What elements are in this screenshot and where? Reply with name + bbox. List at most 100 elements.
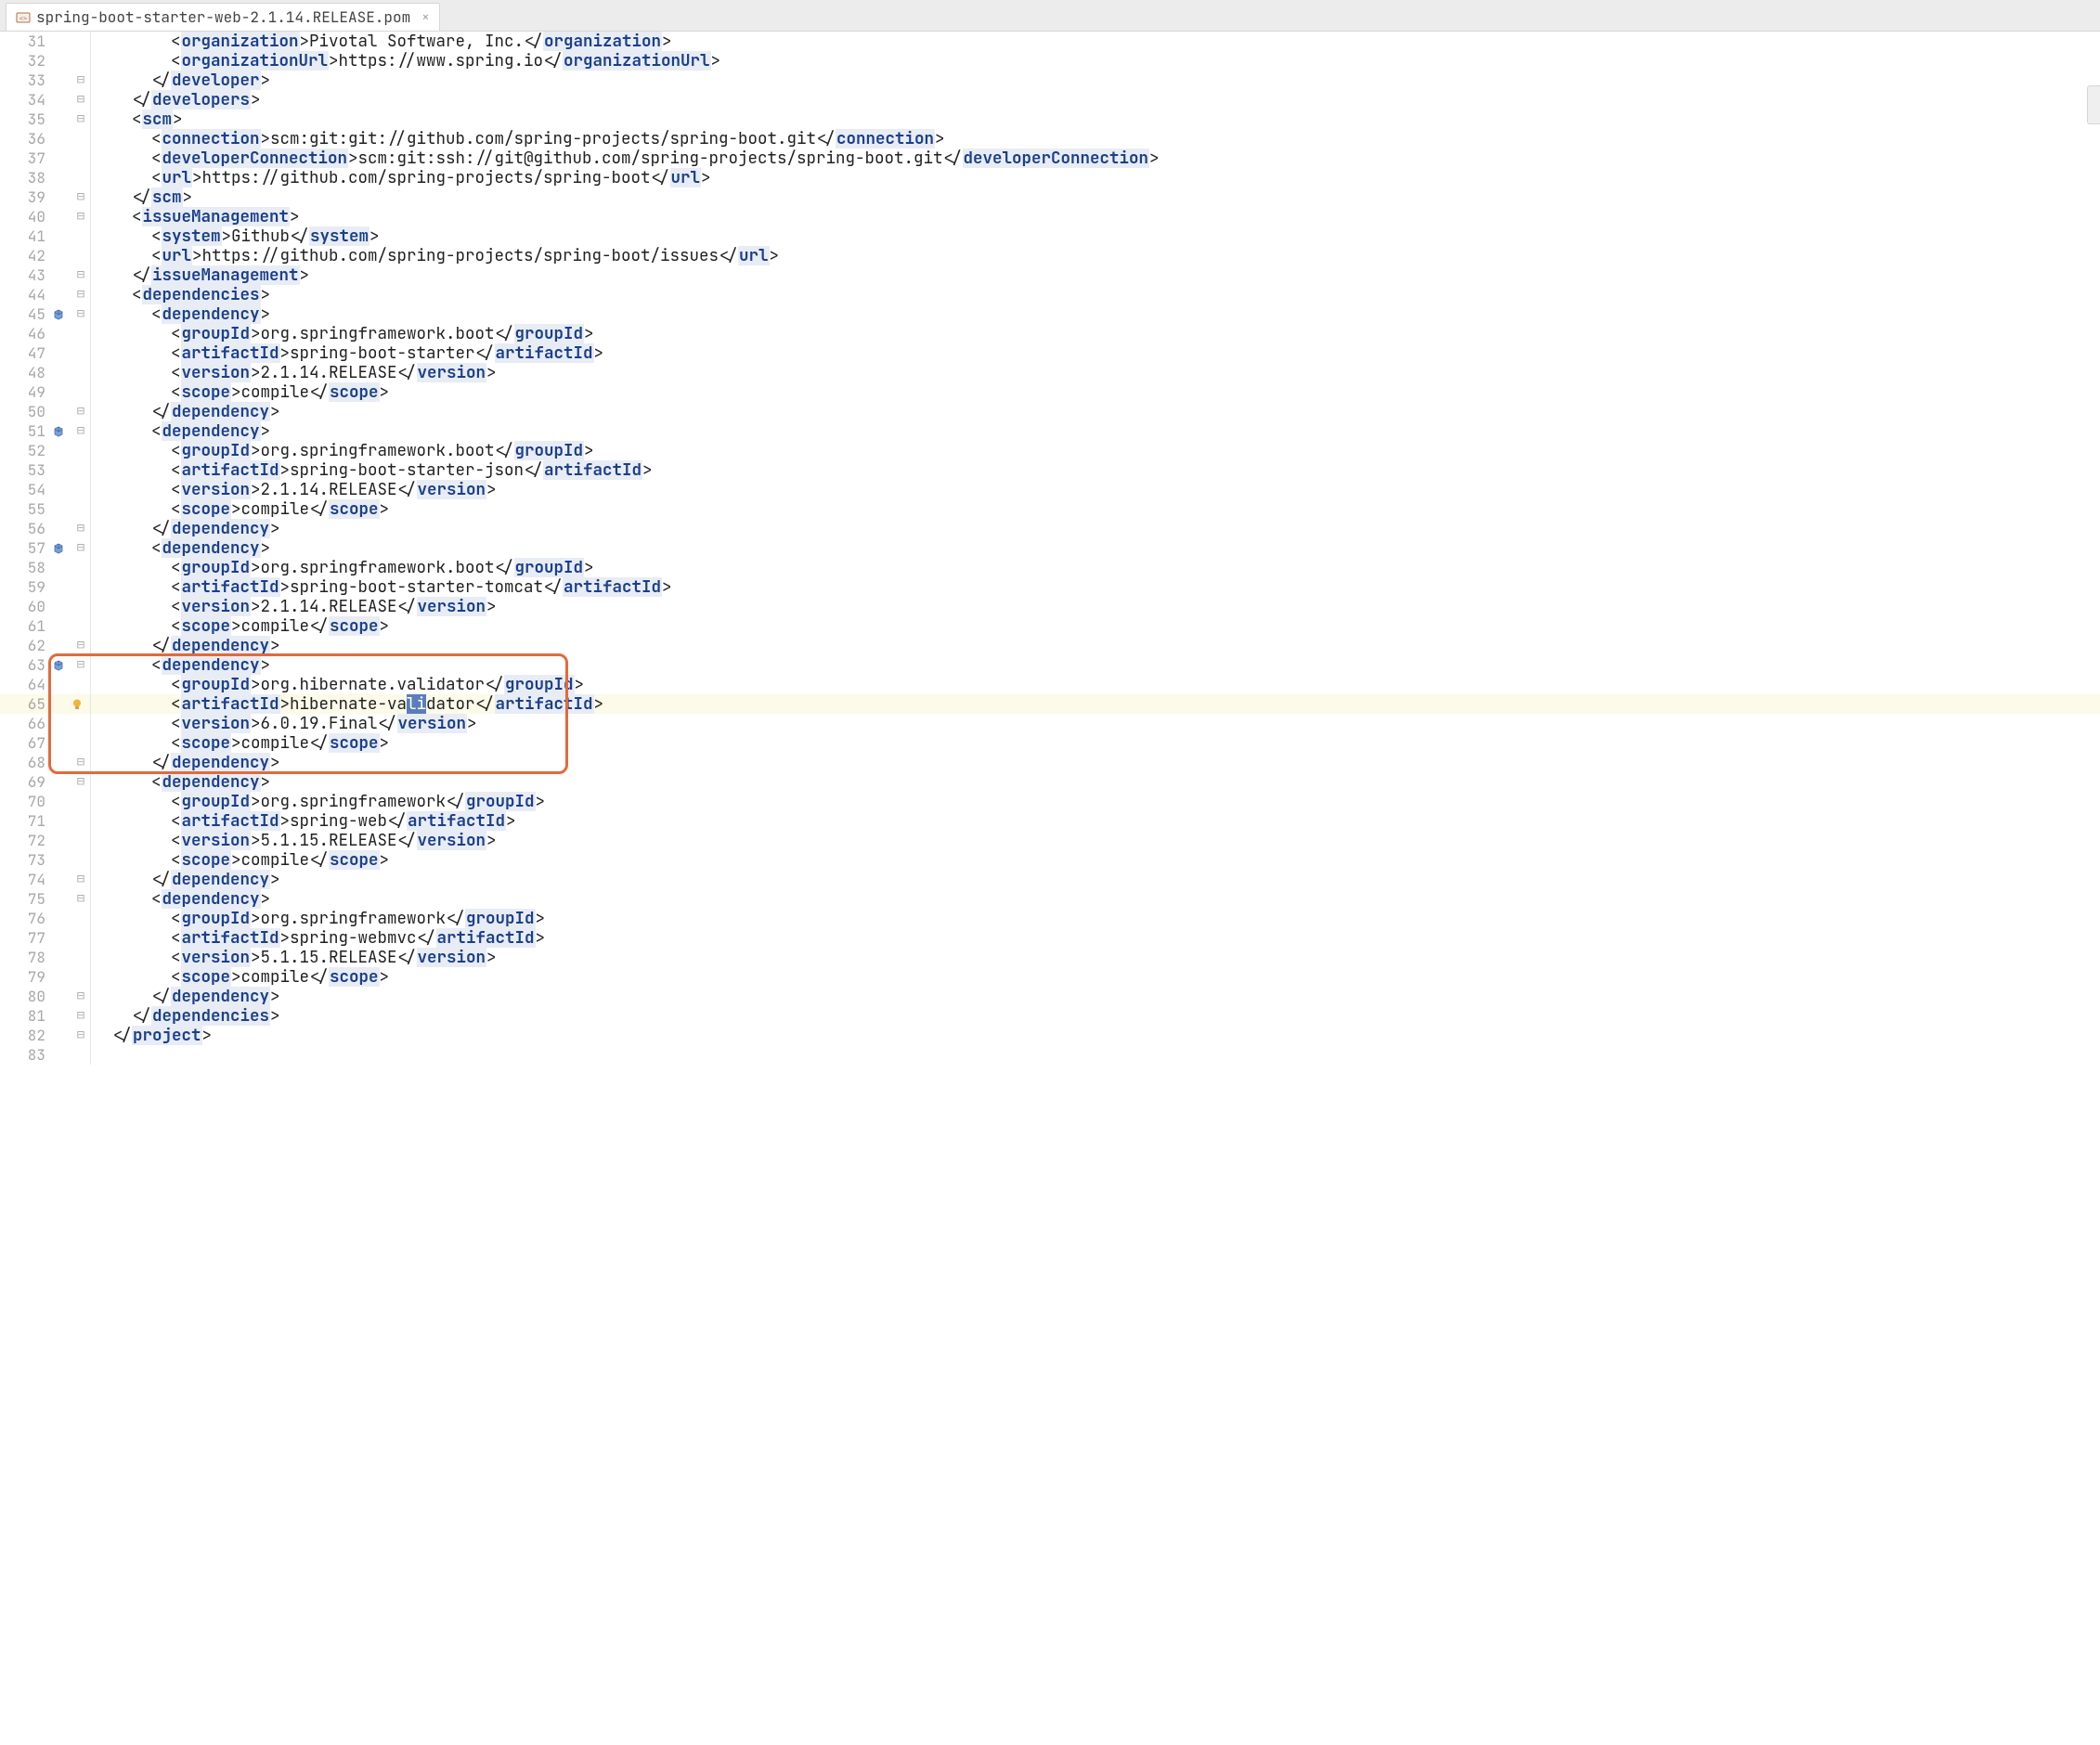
code-line[interactable]: 76 <groupId>org.springframework</groupId…	[0, 909, 2100, 928]
code-content[interactable]: <groupId>org.springframework.boot</group…	[91, 441, 2100, 460]
gutter-cell[interactable]: 37	[0, 149, 91, 168]
gutter-cell[interactable]: 70	[0, 792, 91, 811]
code-line[interactable]: 65 <artifactId>hibernate-validator</arti…	[0, 694, 2100, 714]
fold-toggle-icon[interactable]: ⊟	[73, 187, 88, 207]
code-content[interactable]: <dependency>	[91, 772, 2100, 792]
gutter-cell[interactable]: 43⊟	[0, 265, 91, 285]
gutter-cell[interactable]: 80⊟	[0, 987, 91, 1006]
fold-toggle-icon[interactable]: ⊟	[73, 655, 88, 675]
fold-toggle-icon[interactable]: ⊟	[73, 285, 88, 304]
fold-toggle-icon[interactable]: ⊟	[73, 519, 88, 538]
dependency-marker-icon[interactable]	[51, 660, 66, 671]
dependency-marker-icon[interactable]	[51, 426, 66, 437]
code-content[interactable]: <version>2.1.14.RELEASE</version>	[91, 363, 2100, 382]
gutter-cell[interactable]: 49	[0, 382, 91, 402]
code-line[interactable]: 37 <developerConnection>scm:git:ssh://gi…	[0, 149, 2100, 168]
code-line[interactable]: 47 <artifactId>spring-boot-starter</arti…	[0, 343, 2100, 363]
code-line[interactable]: 40⊟ <issueManagement>	[0, 207, 2100, 226]
dependency-marker-icon[interactable]	[51, 309, 66, 320]
code-content[interactable]: <artifactId>spring-boot-starter-json</ar…	[91, 460, 2100, 480]
fold-toggle-icon[interactable]: ⊟	[73, 110, 88, 129]
gutter-cell[interactable]: 54	[0, 480, 91, 499]
code-line[interactable]: 45⊟ <dependency>	[0, 304, 2100, 324]
fold-toggle-icon[interactable]: ⊟	[73, 987, 88, 1006]
code-content[interactable]: <version>6.0.19.Final</version>	[91, 714, 2100, 733]
code-content[interactable]: <organizationUrl>https://www.spring.io</…	[91, 51, 2100, 71]
code-line[interactable]: 46 <groupId>org.springframework.boot</gr…	[0, 324, 2100, 343]
gutter-cell[interactable]: 61	[0, 616, 91, 636]
code-content[interactable]: <dependency>	[91, 538, 2100, 558]
code-line[interactable]: 39⊟ </scm>	[0, 187, 2100, 207]
gutter-cell[interactable]: 59	[0, 577, 91, 597]
code-line[interactable]: 60 <version>2.1.14.RELEASE</version>	[0, 597, 2100, 616]
code-content[interactable]: <scope>compile</scope>	[91, 967, 2100, 987]
code-content[interactable]: <groupId>org.springframework.boot</group…	[91, 324, 2100, 343]
code-line[interactable]: 48 <version>2.1.14.RELEASE</version>	[0, 363, 2100, 382]
code-content[interactable]: <scope>compile</scope>	[91, 850, 2100, 870]
code-content[interactable]: <scm>	[91, 110, 2100, 129]
gutter-cell[interactable]: 36	[0, 129, 91, 149]
fold-toggle-icon[interactable]: ⊟	[73, 71, 88, 90]
fold-toggle-icon[interactable]: ⊟	[73, 636, 88, 655]
code-content[interactable]: <artifactId>spring-webmvc</artifactId>	[91, 928, 2100, 948]
code-content[interactable]: <version>5.1.15.RELEASE</version>	[91, 831, 2100, 850]
gutter-cell[interactable]: 67	[0, 733, 91, 753]
code-line[interactable]: 72 <version>5.1.15.RELEASE</version>	[0, 831, 2100, 850]
gutter-cell[interactable]: 58	[0, 558, 91, 577]
gutter-cell[interactable]: 40⊟	[0, 207, 91, 226]
fold-toggle-icon[interactable]: ⊟	[73, 265, 88, 285]
code-line[interactable]: 59 <artifactId>spring-boot-starter-tomca…	[0, 577, 2100, 597]
gutter-cell[interactable]: 48	[0, 363, 91, 382]
code-line[interactable]: 35⊟ <scm>	[0, 110, 2100, 129]
code-content[interactable]: <version>2.1.14.RELEASE</version>	[91, 480, 2100, 499]
gutter-cell[interactable]: 31	[0, 32, 91, 51]
code-line[interactable]: 32 <organizationUrl>https://www.spring.i…	[0, 51, 2100, 71]
code-content[interactable]: <artifactId>spring-boot-starter-tomcat</…	[91, 577, 2100, 597]
code-line[interactable]: 56⊟ </dependency>	[0, 519, 2100, 538]
code-content[interactable]: </issueManagement>	[91, 265, 2100, 285]
code-line[interactable]: 55 <scope>compile</scope>	[0, 499, 2100, 519]
code-content[interactable]: </dependency>	[91, 753, 2100, 772]
code-line[interactable]: 68⊟ </dependency>	[0, 753, 2100, 772]
gutter-cell[interactable]: 71	[0, 811, 91, 831]
code-content[interactable]: <version>5.1.15.RELEASE</version>	[91, 948, 2100, 967]
code-line[interactable]: 71 <artifactId>spring-web</artifactId>	[0, 811, 2100, 831]
code-content[interactable]: <groupId>org.springframework</groupId>	[91, 909, 2100, 928]
code-editor[interactable]: 31 <organization>Pivotal Software, Inc.<…	[0, 32, 2100, 1745]
gutter-cell[interactable]: 38	[0, 168, 91, 187]
code-content[interactable]: <groupId>org.springframework</groupId>	[91, 792, 2100, 811]
code-content[interactable]: <dependency>	[91, 421, 2100, 441]
code-line[interactable]: 82⊟ </project>	[0, 1026, 2100, 1045]
code-content[interactable]: <artifactId>spring-boot-starter</artifac…	[91, 343, 2100, 363]
code-line[interactable]: 38 <url>https://github.com/spring-projec…	[0, 168, 2100, 187]
gutter-cell[interactable]: 46	[0, 324, 91, 343]
gutter-cell[interactable]: 69⊟	[0, 772, 91, 792]
fold-toggle-icon[interactable]: ⊟	[73, 753, 88, 772]
gutter-cell[interactable]: 52	[0, 441, 91, 460]
fold-toggle-icon[interactable]: ⊟	[73, 1006, 88, 1026]
code-line[interactable]: 81⊟ </dependencies>	[0, 1006, 2100, 1026]
code-content[interactable]: <dependency>	[91, 889, 2100, 909]
code-content[interactable]: </developer>	[91, 71, 2100, 90]
gutter-cell[interactable]: 32	[0, 51, 91, 71]
code-line[interactable]: 51⊟ <dependency>	[0, 421, 2100, 441]
fold-toggle-icon[interactable]: ⊟	[73, 207, 88, 226]
code-content[interactable]: <groupId>org.hibernate.validator</groupI…	[91, 675, 2100, 694]
code-line[interactable]: 77 <artifactId>spring-webmvc</artifactId…	[0, 928, 2100, 948]
code-line[interactable]: 70 <groupId>org.springframework</groupId…	[0, 792, 2100, 811]
fold-toggle-icon[interactable]: ⊟	[73, 304, 88, 324]
fold-toggle-icon[interactable]: ⊟	[73, 889, 88, 909]
gutter-cell[interactable]: 34⊟	[0, 90, 91, 110]
code-content[interactable]: <scope>compile</scope>	[91, 499, 2100, 519]
code-line[interactable]: 75⊟ <dependency>	[0, 889, 2100, 909]
gutter-cell[interactable]: 79	[0, 967, 91, 987]
code-line[interactable]: 79 <scope>compile</scope>	[0, 967, 2100, 987]
code-content[interactable]: <artifactId>hibernate-validator</artifac…	[91, 694, 2100, 714]
gutter-cell[interactable]: 65	[0, 694, 91, 714]
code-content[interactable]: <scope>compile</scope>	[91, 382, 2100, 402]
gutter-cell[interactable]: 50⊟	[0, 402, 91, 421]
code-line[interactable]: 31 <organization>Pivotal Software, Inc.<…	[0, 32, 2100, 51]
code-content[interactable]: <organization>Pivotal Software, Inc.</or…	[91, 32, 2100, 51]
code-content[interactable]: </dependency>	[91, 870, 2100, 889]
code-line[interactable]: 63⊟ <dependency>	[0, 655, 2100, 675]
